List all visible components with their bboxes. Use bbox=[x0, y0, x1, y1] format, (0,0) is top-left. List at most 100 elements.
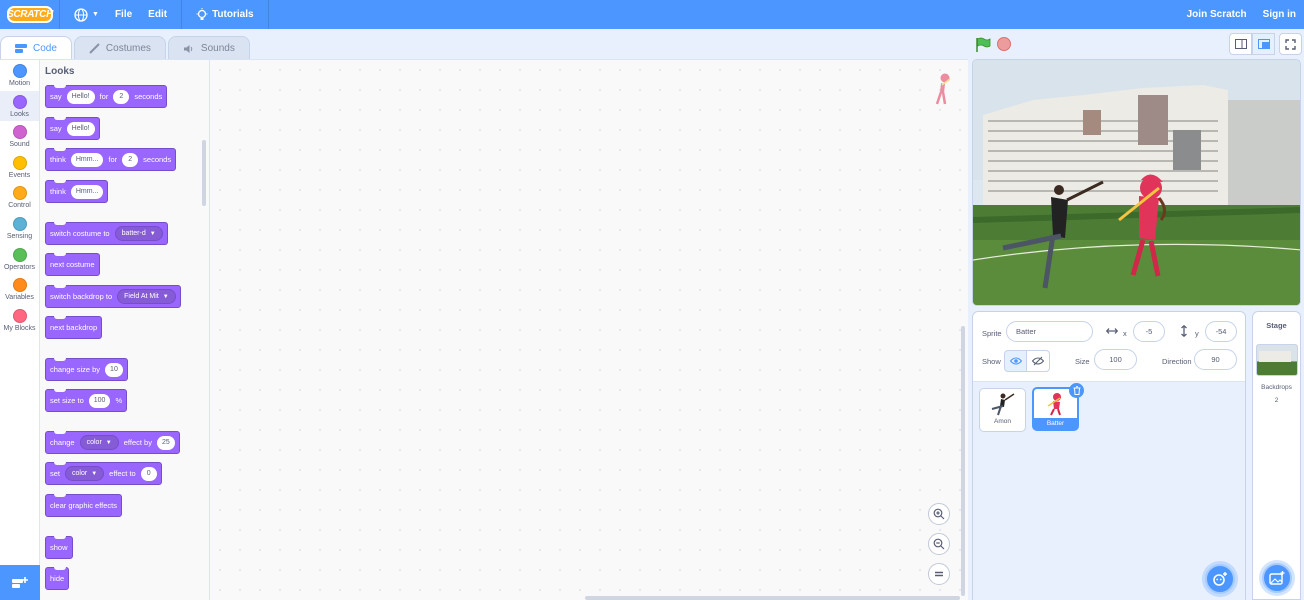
seconds-input[interactable]: 2 bbox=[122, 152, 139, 167]
message-input[interactable]: Hmm... bbox=[70, 184, 104, 199]
category-operators[interactable]: Operators bbox=[0, 244, 39, 275]
green-flag-icon[interactable] bbox=[975, 37, 991, 53]
small-stage-button[interactable] bbox=[1229, 33, 1252, 55]
category-events[interactable]: Events bbox=[0, 152, 39, 183]
caret-down-icon: ▼ bbox=[91, 470, 98, 477]
workspace-vertical-scrollbar[interactable] bbox=[961, 326, 965, 596]
y-label: y bbox=[1195, 329, 1199, 338]
tutorials-menu[interactable]: Tutorials bbox=[188, 0, 261, 29]
sprite-name-input[interactable]: Batter bbox=[1006, 321, 1093, 342]
zoom-in-button[interactable] bbox=[928, 503, 950, 525]
zoom-out-button[interactable] bbox=[928, 533, 950, 555]
scratch-logo[interactable]: SCRATCH bbox=[7, 6, 53, 23]
sprite-info-pane: Sprite Batter x -5 y -54 Show Size 100 D… bbox=[972, 311, 1246, 600]
effect-value-input[interactable]: 0 bbox=[140, 466, 157, 481]
stage-target-pane[interactable]: Stage Backdrops 2 bbox=[1252, 311, 1301, 600]
visibility-toggle bbox=[1004, 350, 1050, 372]
file-menu[interactable]: File bbox=[107, 0, 140, 29]
category-sensing[interactable]: Sensing bbox=[0, 213, 39, 244]
block-set-effect[interactable]: set color ▼ effect to 0 bbox=[45, 462, 162, 485]
block-palette: Looks say Hello! for 2 seconds say Hello… bbox=[40, 59, 210, 600]
show-sprite-button[interactable] bbox=[1004, 350, 1027, 372]
block-change-effect[interactable]: change color ▼ effect by 25 bbox=[45, 431, 180, 454]
effect-amount-input[interactable]: 25 bbox=[156, 435, 175, 450]
costume-dropdown[interactable]: batter-d ▼ bbox=[114, 226, 163, 241]
eye-icon bbox=[1009, 357, 1022, 365]
seconds-input[interactable]: 2 bbox=[113, 89, 130, 104]
size-change-input[interactable]: 10 bbox=[105, 362, 123, 377]
stop-button[interactable] bbox=[997, 37, 1011, 51]
block-say-for-secs[interactable]: say Hello! for 2 seconds bbox=[45, 85, 168, 108]
dropdown-value: Field At Mit bbox=[124, 293, 159, 300]
fullscreen-button[interactable] bbox=[1279, 33, 1302, 55]
join-scratch-link[interactable]: Join Scratch bbox=[1179, 0, 1255, 29]
script-workspace[interactable] bbox=[210, 59, 968, 600]
edit-menu[interactable]: Edit bbox=[140, 0, 175, 29]
large-stage-button[interactable] bbox=[1252, 33, 1275, 55]
block-switch-backdrop[interactable]: switch backdrop to Field At Mit ▼ bbox=[45, 285, 181, 308]
tab-code[interactable]: Code bbox=[0, 36, 72, 60]
block-clear-effects[interactable]: clear graphic effects bbox=[45, 494, 122, 517]
block-next-backdrop[interactable]: next backdrop bbox=[45, 316, 103, 339]
block-hide[interactable]: hide bbox=[45, 567, 70, 590]
dropdown-value: batter-d bbox=[121, 230, 146, 237]
backdrop-dropdown[interactable]: Field At Mit ▼ bbox=[117, 289, 176, 304]
message-input[interactable]: Hello! bbox=[66, 89, 95, 104]
sprite-properties: Sprite Batter x -5 y -54 Show Size 100 D… bbox=[973, 312, 1245, 382]
choose-sprite-button[interactable] bbox=[1205, 564, 1235, 594]
tab-costumes[interactable]: Costumes bbox=[73, 36, 166, 60]
block-text: say bbox=[50, 92, 62, 101]
sprite-tile-amon[interactable]: Amon bbox=[979, 388, 1026, 432]
tab-sounds[interactable]: Sounds bbox=[167, 36, 250, 60]
small-stage-icon bbox=[1234, 39, 1247, 49]
workspace-horizontal-scrollbar[interactable] bbox=[585, 596, 960, 600]
block-show[interactable]: show bbox=[45, 536, 73, 559]
hide-sprite-button[interactable] bbox=[1027, 350, 1050, 372]
message-input[interactable]: Hmm... bbox=[70, 152, 104, 167]
block-text: hide bbox=[50, 574, 65, 583]
stage-canvas[interactable] bbox=[972, 59, 1301, 306]
category-variables[interactable]: Variables bbox=[0, 274, 39, 305]
block-set-size[interactable]: set size to 100 % bbox=[45, 389, 128, 412]
direction-input[interactable]: 90 bbox=[1194, 349, 1237, 370]
add-extension-button[interactable] bbox=[0, 565, 40, 600]
category-looks[interactable]: Looks bbox=[0, 90, 39, 122]
tab-sounds-label: Sounds bbox=[200, 43, 235, 54]
sprite-list: Amon Batter bbox=[973, 382, 1245, 600]
backdrops-count: 2 bbox=[1274, 397, 1279, 404]
effect-dropdown[interactable]: color ▼ bbox=[65, 466, 105, 481]
language-menu[interactable]: ▼ bbox=[66, 0, 107, 29]
delete-sprite-button[interactable] bbox=[1069, 383, 1084, 398]
size-input[interactable]: 100 bbox=[88, 393, 111, 408]
stage-thumbnail[interactable] bbox=[1255, 344, 1298, 376]
size-input[interactable]: 100 bbox=[1094, 349, 1137, 370]
y-position-input[interactable]: -54 bbox=[1205, 321, 1237, 342]
block-think-for-secs[interactable]: think Hmm... for 2 seconds bbox=[45, 148, 177, 171]
block-change-size[interactable]: change size by 10 bbox=[45, 358, 128, 381]
message-input[interactable]: Hello! bbox=[66, 121, 95, 136]
block-text: say bbox=[50, 124, 62, 133]
category-my-blocks[interactable]: My Blocks bbox=[0, 305, 39, 336]
category-label: Sound bbox=[9, 141, 30, 149]
speaker-icon bbox=[183, 44, 193, 53]
effect-dropdown[interactable]: color ▼ bbox=[79, 435, 119, 450]
block-switch-costume[interactable]: switch costume to batter-d ▼ bbox=[45, 222, 168, 245]
size-label: Size bbox=[1075, 357, 1090, 366]
sign-in-link[interactable]: Sign in bbox=[1255, 0, 1304, 29]
brush-icon bbox=[89, 43, 100, 54]
zoom-reset-button[interactable] bbox=[928, 563, 950, 585]
block-think[interactable]: think Hmm... bbox=[45, 180, 109, 203]
menu-divider bbox=[267, 0, 269, 29]
block-say[interactable]: say Hello! bbox=[45, 117, 100, 140]
add-backdrop-icon bbox=[1269, 571, 1285, 585]
category-control-dot bbox=[12, 186, 27, 201]
category-control[interactable]: Control bbox=[0, 182, 39, 213]
category-sound[interactable]: Sound bbox=[0, 121, 39, 152]
x-position-input[interactable]: -5 bbox=[1133, 321, 1165, 342]
category-motion[interactable]: Motion bbox=[0, 60, 39, 91]
choose-backdrop-button[interactable] bbox=[1262, 563, 1292, 593]
large-stage-icon bbox=[1257, 39, 1270, 49]
fullscreen-icon bbox=[1285, 38, 1296, 50]
palette-scrollbar[interactable] bbox=[202, 140, 206, 206]
block-next-costume[interactable]: next costume bbox=[45, 253, 100, 276]
